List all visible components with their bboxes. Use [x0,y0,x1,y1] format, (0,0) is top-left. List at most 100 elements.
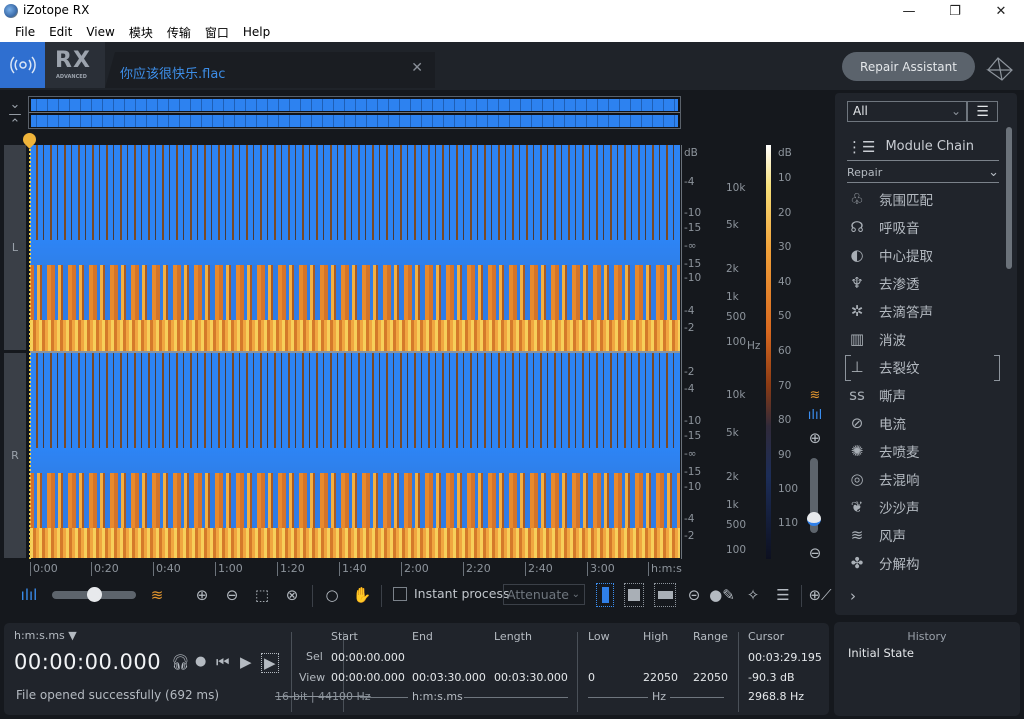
module-item[interactable]: ◎ 去混响 [847,467,999,491]
freq-unit-label: Hz [652,690,667,703]
cursor-level: -90.3 dB [748,671,795,684]
history-title: History [907,630,947,643]
repair-category-header[interactable]: Repair ⌄ [847,163,999,183]
history-item[interactable]: Initial State [848,646,914,660]
module-chain-button[interactable]: ⋮☰ Module Chain [847,133,999,161]
zoom-freq-icon[interactable]: ⊕⟋ [806,583,834,607]
minimize-button[interactable]: — [886,0,932,22]
view-length-field[interactable]: 00:03:30.000 [494,671,568,684]
waveform-spectrogram-slider-handle[interactable] [87,587,102,602]
module-item[interactable]: ⊘ 电流 [847,411,999,435]
module-item[interactable]: ▥ 消波 [847,327,999,351]
module-item[interactable]: ⊥ 去裂纹 [847,355,999,379]
view-row-label: View [299,671,326,684]
timeline-ruler[interactable]: 0:00 0:20 0:40 1:00 1:20 1:40 2:00 2:20 … [30,560,682,576]
restore-button[interactable]: ❐ [932,0,978,22]
module-item[interactable]: ✺ 去喷麦 [847,439,999,463]
waveform-overview[interactable] [28,96,681,129]
module-filter-select[interactable]: All ⌄ [847,101,967,122]
menu-window[interactable]: 窗口 [198,24,236,41]
zoom-to-selection-icon[interactable]: ⬚ [251,583,273,607]
expand-more-icon[interactable]: › [850,587,856,605]
menu-help[interactable]: Help [236,25,277,39]
freq-axis-unit: Hz [747,340,761,352]
go-to-start-button[interactable]: ⏮︎ [216,653,230,671]
overview-left-channel [31,99,678,111]
module-item[interactable]: ✲ 去滴答声 [847,299,999,323]
lasso-tool-icon[interactable]: ⊝ [683,583,705,607]
play-selection-button[interactable]: ▶ [261,653,279,673]
freq-tick: 1k [726,291,739,303]
instant-process-checkbox[interactable] [393,587,407,601]
time-format-select[interactable]: h:m:s.ms ▼ [14,629,77,642]
magic-wand-icon[interactable]: ✧ [742,583,764,607]
play-button[interactable]: ▶ [240,653,252,671]
spectrogram-view-icon[interactable]: ≋ [806,388,824,403]
menu-transport[interactable]: 传输 [160,24,198,41]
module-item[interactable]: ≋ 风声 [847,523,999,547]
zoom-in-vertical-icon[interactable]: ⊕ [806,429,824,447]
channel-label-right[interactable]: R [4,353,26,558]
freq-tick: 1k [726,499,739,511]
view-end-field[interactable]: 00:03:30.000 [412,671,486,684]
amp-tick: -∞ [684,448,697,460]
spectrogram-right-channel[interactable] [30,353,680,558]
module-item[interactable]: ♧ 氛围匹配 [847,187,999,211]
module-item[interactable]: ☊ 呼吸音 [847,215,999,239]
module-list-scrollbar[interactable] [1006,127,1012,269]
record-button[interactable]: ● [195,654,206,669]
channel-label-left[interactable]: L [4,145,26,350]
zoom-to-fit-icon[interactable]: ⊗ [281,583,303,607]
zoom-in-icon[interactable]: ⊕ [191,583,213,607]
zoom-out-vertical-icon[interactable]: ⊖ [806,544,824,562]
waveform-opacity-icon[interactable]: ılıl [18,583,40,607]
neural-network-icon[interactable] [984,52,1016,84]
collapse-overview-icon[interactable]: ⌄ — ⌃ [6,98,24,131]
menu-view[interactable]: View [79,25,121,39]
module-item-label: 消波 [879,333,906,349]
playhead-line[interactable] [29,141,31,559]
menu-file[interactable]: File [8,25,42,39]
frequency-selection-tool[interactable] [654,583,676,607]
time-selection-tool[interactable] [596,583,614,607]
close-tab-icon[interactable]: ✕ [411,60,423,76]
harmonic-selection-icon[interactable]: ☰ [772,583,794,607]
spectrogram-left-channel[interactable] [30,145,680,351]
instant-process-mode-select[interactable]: Attenuate ⌄ [503,584,585,605]
sel-start-field[interactable]: 00:00:00.000 [331,651,405,664]
view-high-field[interactable]: 22050 [643,671,678,684]
freq-tick: 2k [726,471,739,483]
start-header: Start [331,630,358,643]
vertical-zoom-handle[interactable] [807,511,821,526]
module-item[interactable]: ss 嘶声 [847,383,999,407]
time-tick: 2:40 [525,562,553,576]
rx-brand: RX ADVANCED [45,42,105,88]
module-chain-icon: ⋮☰ [847,137,876,156]
module-item[interactable]: ✤ 分解构 [847,551,999,575]
view-start-field[interactable]: 00:00:00.000 [331,671,405,684]
menu-modules[interactable]: 模块 [122,24,160,41]
color-scale-tick: 20 [778,207,792,219]
module-item[interactable]: ◐ 中心提取 [847,243,999,267]
monitor-headphones-icon[interactable]: 🎧︎ [171,653,190,671]
izotope-logo[interactable] [0,42,45,88]
file-tab[interactable]: 你应该很快乐.flac ✕ [105,52,435,88]
zoom-tool-icon[interactable]: ○ [321,583,343,607]
zoom-out-icon[interactable]: ⊖ [221,583,243,607]
close-window-button[interactable]: ✕ [978,0,1024,22]
repair-assistant-button[interactable]: Repair Assistant [842,52,975,81]
time-frequency-selection-tool[interactable] [624,583,644,607]
menu-edit[interactable]: Edit [42,25,79,39]
cursor-time: 00:03:29.195 [748,651,822,664]
module-list-menu-icon[interactable]: ☰ [967,101,998,122]
hand-tool-icon[interactable]: ✋ [351,583,373,607]
amp-tick: -10 [684,415,702,427]
module-item[interactable]: ♆ 去渗透 [847,271,999,295]
waveform-view-icon[interactable]: ılıl [806,408,824,423]
module-item[interactable]: ❦ 沙沙声 [847,495,999,519]
spectrogram-opacity-icon[interactable]: ≋ [146,583,168,607]
color-scale-tick: 60 [778,345,792,357]
view-low-field[interactable]: 0 [588,671,595,684]
view-range-field[interactable]: 22050 [693,671,728,684]
brush-tool-icon[interactable]: ●✎ [707,583,737,607]
